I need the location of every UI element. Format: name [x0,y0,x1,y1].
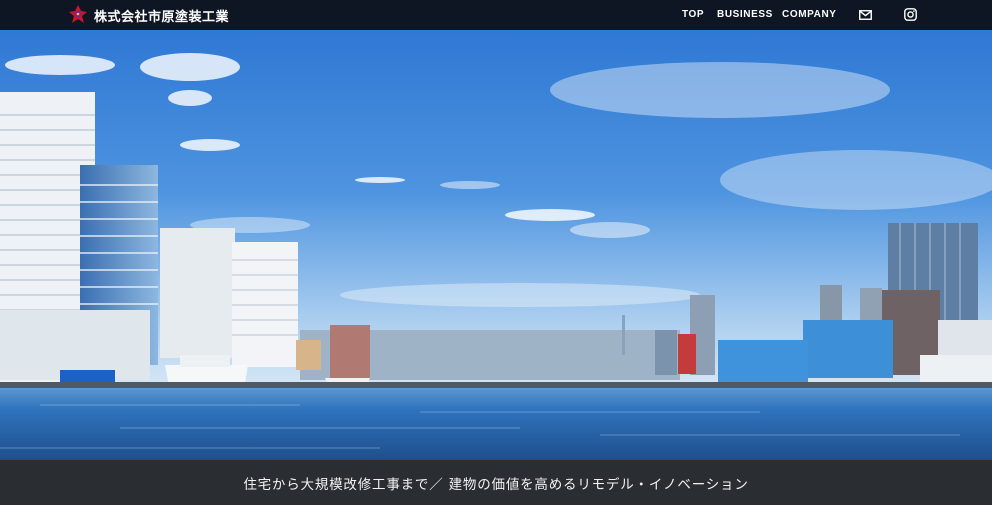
mail-icon[interactable] [859,10,872,20]
hero-image [0,30,992,460]
city-skyline-photo [0,30,992,460]
nav-top[interactable]: TOP [682,9,704,20]
instagram-icon[interactable] [904,8,917,21]
nav-company[interactable]: COMPANY [782,9,837,20]
hero-tagline: 住宅から大規模改修工事まで／ 建物の価値を高めるリモデル・イノベーション [243,476,749,493]
nav-business[interactable]: BUSINESS [717,9,773,20]
tagline-band: 住宅から大規模改修工事まで／ 建物の価値を高めるリモデル・イノベーション [0,460,992,505]
main-nav: TOP BUSINESS COMPANY [0,0,992,30]
site-header: 株式会社市原塗装工業 TOP BUSINESS COMPANY [0,0,992,30]
